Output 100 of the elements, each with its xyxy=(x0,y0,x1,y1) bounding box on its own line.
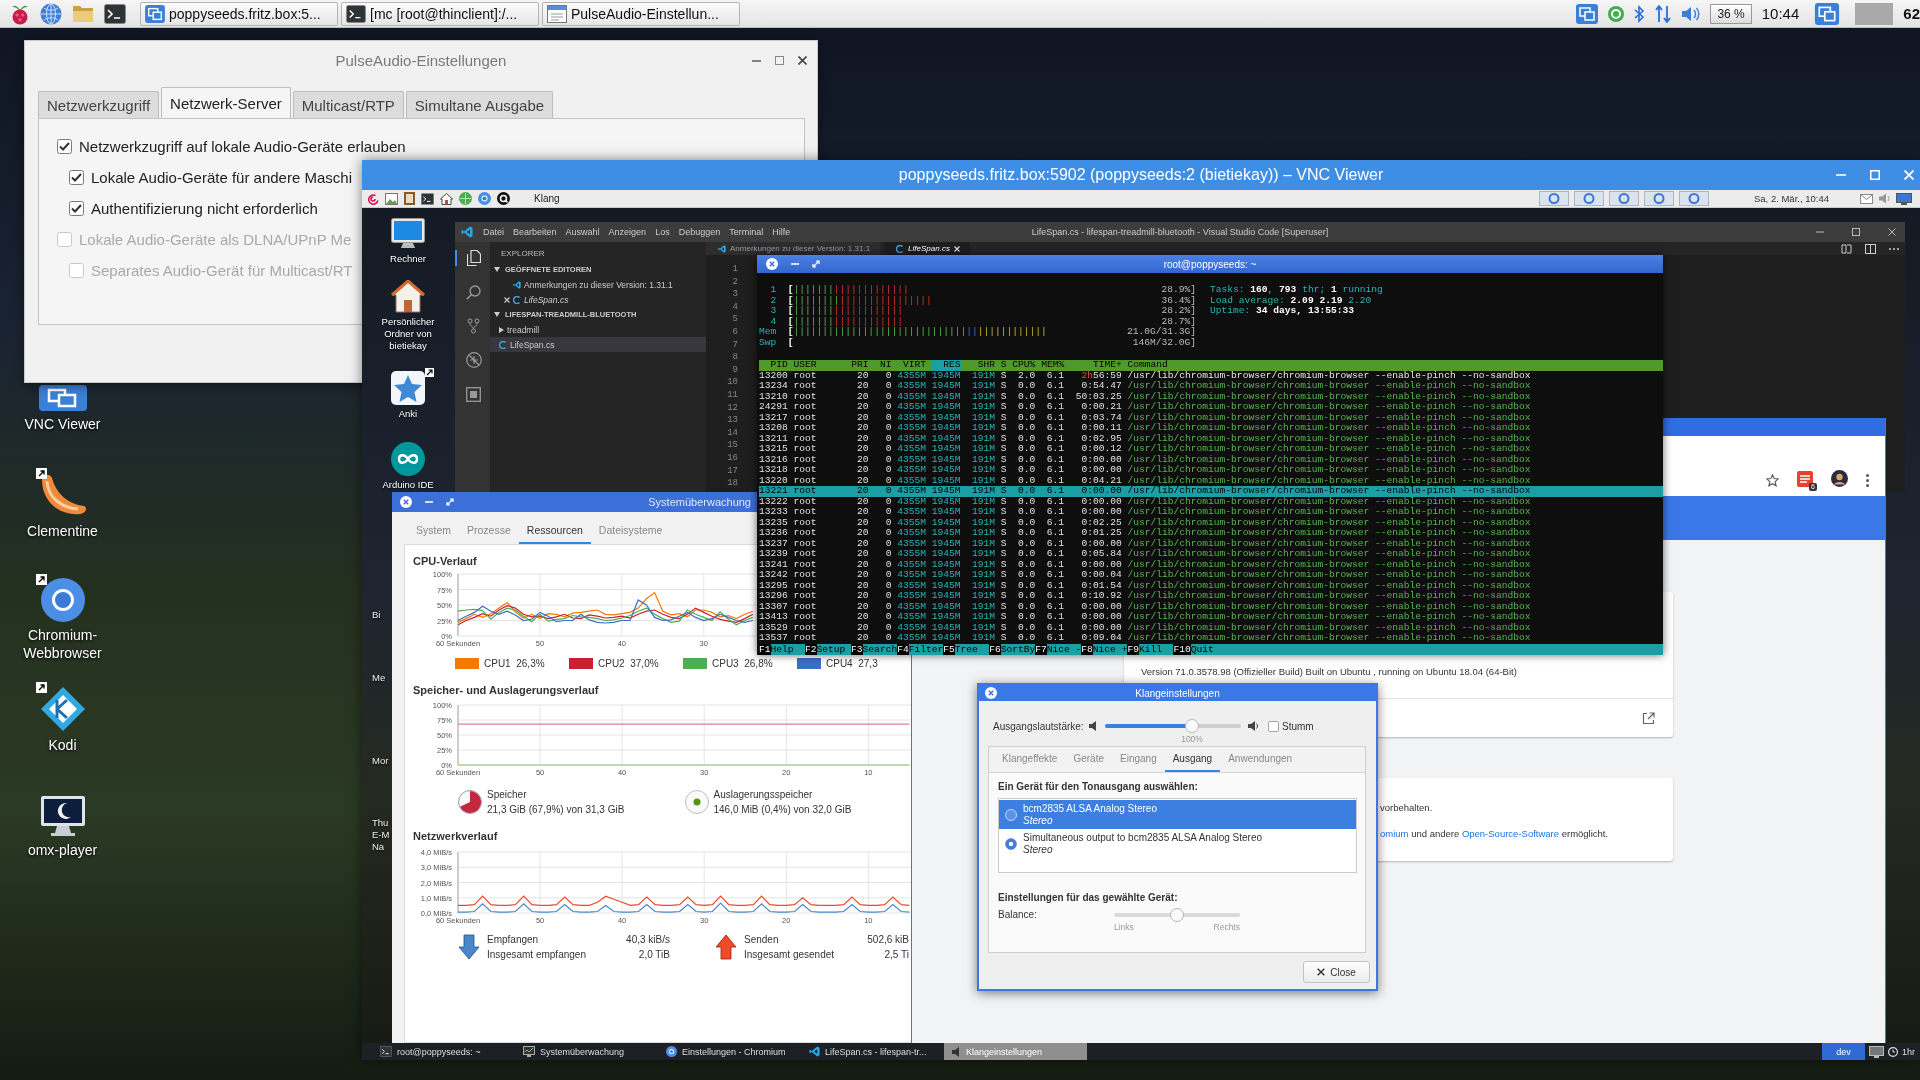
menu-item[interactable]: Anzeigen xyxy=(608,227,647,237)
editor-tab[interactable]: Anmerkungen zu dieser Version: 1.31.1 xyxy=(706,242,881,255)
process-row[interactable]: 13200 root 20 0 4355M 1945M 191M S 2.0 6.1 2h56:59 /usr/lib/chromium-browser/chromium-browser --enable-pinch --no-sandbox xyxy=(759,370,1663,381)
column-header[interactable]: SHR xyxy=(966,360,996,371)
tab[interactable]: Multicast/RTP xyxy=(292,91,404,118)
process-row[interactable]: 13215 root 20 0 4355M 1945M 191M S 0.0 6.1 0:00.12 /usr/lib/chromium-browser/chromium-browser --enable-pinch --no-sandbox xyxy=(759,444,1663,455)
taskbar-button[interactable]: Systemüberwachung xyxy=(515,1043,658,1060)
column-header[interactable]: Command xyxy=(1127,360,1168,371)
frame-icon[interactable] xyxy=(404,192,415,205)
slider-thumb[interactable] xyxy=(1170,908,1184,922)
external-link-icon[interactable] xyxy=(1642,711,1655,725)
screens-tile-icon[interactable] xyxy=(38,385,87,411)
function-key-button[interactable]: F4Filter xyxy=(897,644,944,655)
column-header[interactable]: MEM% xyxy=(1041,360,1065,371)
envelope-icon[interactable] xyxy=(1860,193,1873,204)
tab[interactable]: Simultane Ausgabe xyxy=(405,91,554,118)
process-row[interactable]: 13208 root 20 0 4355M 1945M 191M S 0.0 6.1 0:00.11 /usr/lib/chromium-browser/chromium-browser --enable-pinch --no-sandbox xyxy=(759,423,1663,434)
close-button[interactable]: Close xyxy=(1303,961,1370,983)
status-circle-icon[interactable] xyxy=(1608,5,1625,22)
cpu-usage-indicator[interactable]: 36 % xyxy=(1710,3,1752,24)
avatar-icon[interactable] xyxy=(1831,470,1848,487)
process-row[interactable]: 13296 root 20 0 4355M 1945M 191M S 0.0 6.1 0:10.92 /usr/lib/chromium-browser/chromium-browser --enable-pinch --no-sandbox xyxy=(759,591,1663,602)
split-pane-icon[interactable] xyxy=(1865,243,1876,254)
taskbar-button[interactable]: PulseAudio-Einstellun... xyxy=(542,1,740,26)
network-arrows-icon[interactable] xyxy=(1655,4,1672,23)
function-key-button[interactable]: F3Search xyxy=(851,644,898,655)
workspace-button[interactable]: dev xyxy=(1822,1043,1865,1060)
column-header[interactable]: S xyxy=(1000,360,1007,371)
star-icon[interactable] xyxy=(1766,474,1779,487)
function-key-button[interactable]: F8Nice + xyxy=(1081,644,1128,655)
screen-icon[interactable] xyxy=(1869,1045,1884,1058)
column-header[interactable]: TIME+ xyxy=(1069,360,1122,371)
screen-icon[interactable] xyxy=(1896,192,1912,205)
infinity-logo-icon[interactable] xyxy=(391,442,425,476)
process-row[interactable]: 13295 root 20 0 4355M 1945M 191M S 0.0 6.1 0:01.54 /usr/lib/chromium-browser/chromium-browser --enable-pinch --no-sandbox xyxy=(759,580,1663,591)
clock[interactable]: 10:44 xyxy=(1761,5,1800,22)
bluetooth-icon[interactable] xyxy=(1634,4,1646,23)
ring-logo-icon[interactable] xyxy=(40,578,85,622)
indicator-icon[interactable] xyxy=(1574,191,1604,206)
column-header[interactable]: RES xyxy=(931,360,961,371)
process-row[interactable]: 13220 root 20 0 4355M 1945M 191M S 0.0 6.1 0:04.21 /usr/lib/chromium-browser/chromium-browser --enable-pinch --no-sandbox xyxy=(759,475,1663,486)
minimize-icon[interactable] xyxy=(752,59,761,62)
more-icon[interactable] xyxy=(1889,247,1899,250)
taskbar-button[interactable]: Einstellungen - Chromium xyxy=(658,1043,801,1060)
indicator-icon[interactable] xyxy=(1609,191,1639,206)
taskbar-button[interactable]: LifeSpan.cs - lifespan-tr... xyxy=(801,1043,944,1060)
tab[interactable]: Ausgang xyxy=(1164,747,1221,772)
two-columns-icon[interactable] xyxy=(1841,243,1852,254)
radio-button[interactable] xyxy=(1005,837,1017,850)
process-row[interactable]: 24291 root 20 0 4355M 1945M 191M S 0.0 6.1 0:00.21 /usr/lib/chromium-browser/chromium-browser --enable-pinch --no-sandbox xyxy=(759,402,1663,413)
picture-icon[interactable] xyxy=(385,192,398,205)
process-row[interactable]: 13413 root 20 0 4355M 1945M 191M S 0.0 6.1 0:00.00 /usr/lib/chromium-browser/chromium-browser --enable-pinch --no-sandbox xyxy=(759,612,1663,623)
file-tree-item[interactable]: treadmill xyxy=(490,322,706,337)
close-icon[interactable] xyxy=(798,56,807,65)
swirl-icon[interactable] xyxy=(367,192,379,205)
process-row[interactable]: 13307 root 20 0 4355M 1945M 191M S 0.0 6.1 0:00.00 /usr/lib/chromium-browser/chromium-browser --enable-pinch --no-sandbox xyxy=(759,601,1663,612)
file-tree-item[interactable]: LifeSpan.cs xyxy=(490,337,706,352)
editor-tab[interactable]: LifeSpan.cs xyxy=(884,242,970,255)
monitor-moon-icon[interactable] xyxy=(39,795,86,837)
indicator-icon[interactable] xyxy=(1539,191,1569,206)
menu-item[interactable]: Debuggen xyxy=(678,227,721,237)
balance-slider[interactable] xyxy=(1114,908,1240,922)
column-header[interactable]: PRI xyxy=(851,360,869,371)
indicator-icon[interactable] xyxy=(1679,191,1709,206)
house-icon[interactable] xyxy=(391,280,425,313)
circle-logo-icon[interactable] xyxy=(497,192,510,205)
column-header[interactable]: PID xyxy=(759,360,788,371)
function-key-button[interactable]: F7Nice - xyxy=(1035,644,1082,655)
process-row[interactable]: 13242 root 20 0 4355M 1945M 191M S 0.0 6.1 0:00.04 /usr/lib/chromium-browser/chromium-browser --enable-pinch --no-sandbox xyxy=(759,570,1663,581)
terminal-icon[interactable] xyxy=(104,3,126,24)
process-row[interactable]: 13211 root 20 0 4355M 1945M 191M S 0.0 6.1 0:02.95 /usr/lib/chromium-browser/chromium-browser --enable-pinch --no-sandbox xyxy=(759,433,1663,444)
link[interactable]: omium xyxy=(1380,828,1409,839)
volume-slider[interactable] xyxy=(1105,719,1241,733)
taskbar-button[interactable]: root@poppyseeds: ~ xyxy=(372,1043,515,1060)
device-list-item[interactable]: Simultaneous output to bcm2835 ALSA Analog Stereo Stereo xyxy=(999,829,1356,858)
menu-item[interactable]: Los xyxy=(655,227,670,237)
process-row[interactable]: 13537 root 20 0 4355M 1945M 191M S 0.0 6.1 0:09.04 /usr/lib/chromium-browser/chromium-browser --enable-pinch --no-sandbox xyxy=(759,633,1663,644)
screens-tile-icon[interactable] xyxy=(145,4,165,23)
function-key-button[interactable]: F1Help xyxy=(759,644,806,655)
globe-icon[interactable] xyxy=(40,2,62,25)
menu-item[interactable]: Terminal xyxy=(729,227,764,237)
legend-swatch[interactable] xyxy=(569,657,593,669)
plus-circle-icon[interactable] xyxy=(459,192,472,205)
tab[interactable]: Netzwerkzugriff xyxy=(38,91,160,118)
function-key-button[interactable]: F5Tree xyxy=(943,644,990,655)
volume-icon[interactable] xyxy=(1878,193,1891,204)
checkbox[interactable] xyxy=(69,201,84,216)
launcher-label[interactable]: Klang xyxy=(534,193,560,204)
menu-item[interactable]: Auswahl xyxy=(565,227,600,237)
function-key-button[interactable]: F2Setup xyxy=(805,644,852,655)
radio-button[interactable] xyxy=(1005,808,1017,821)
column-header[interactable]: USER xyxy=(793,360,846,371)
process-row[interactable]: 13234 root 20 0 4355M 1945M 191M S 0.0 6.1 0:54.47 /usr/lib/chromium-browser/chromium-browser --enable-pinch --no-sandbox xyxy=(759,381,1663,392)
home-icon[interactable] xyxy=(440,192,453,205)
column-header[interactable]: NI xyxy=(874,360,892,371)
device-list-item[interactable]: bcm2835 ALSA Analog Stereo Stereo xyxy=(999,800,1356,829)
file-tree-item[interactable]: Anmerkungen zu dieser Version: 1.31.1 xyxy=(490,277,706,292)
clock-icon[interactable] xyxy=(1888,1046,1898,1057)
process-row[interactable]: 13239 root 20 0 4355M 1945M 191M S 0.0 6.1 0:05.84 /usr/lib/chromium-browser/chromium-browser --enable-pinch --no-sandbox xyxy=(759,549,1663,560)
file-tree-item[interactable]: LifeSpan.cs xyxy=(490,292,706,307)
